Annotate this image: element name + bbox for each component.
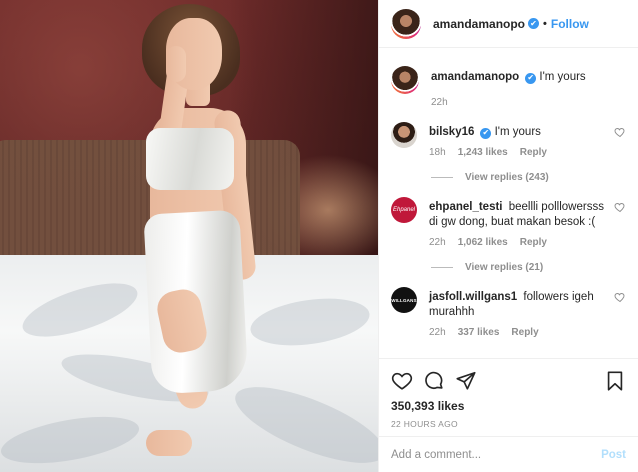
comment-item: bilsky16 ✔ I'm yours 18h 1,243 likes Repl… — [391, 122, 626, 158]
comment-item: WILLGANS jasfoll.willgans1 followers ige… — [391, 287, 626, 338]
view-replies-line — [431, 177, 453, 178]
post-actions: 350,393 likes 22 HOURS AGO — [379, 358, 638, 429]
view-replies-button[interactable]: View replies (21) — [431, 262, 626, 273]
photo-person-hand — [166, 46, 186, 82]
caption-text-line: amandamanopo ✔ I'm yours — [431, 70, 626, 85]
commenter-avatar-logo-text: Ehpanel — [392, 207, 416, 213]
caption-avatar[interactable] — [391, 66, 419, 94]
commenter-avatar[interactable]: Ehpanel — [391, 197, 417, 223]
add-comment-bar: Post — [379, 436, 638, 472]
comment-likes[interactable]: 1,062 likes — [458, 237, 508, 248]
post-timestamp: 22 HOURS AGO — [391, 419, 458, 429]
reply-button[interactable]: Reply — [511, 327, 538, 338]
post-comment-button[interactable]: Post — [601, 449, 626, 461]
comment-username[interactable]: ehpanel_testi — [429, 201, 503, 213]
comments-list[interactable]: amandamanopo ✔ I'm yours 22h bilsky16 ✔ I'… — [379, 49, 638, 358]
bookmark-icon[interactable] — [604, 370, 626, 392]
comment-text: I'm yours — [494, 126, 541, 138]
reply-button[interactable]: Reply — [520, 237, 547, 248]
instagram-post: amandamanopo ✔ • Follow amandamanopo ✔ I'… — [0, 0, 638, 472]
commenter-avatar[interactable] — [391, 122, 417, 148]
view-replies-label: View replies (243) — [465, 172, 549, 183]
heart-icon[interactable] — [391, 370, 413, 392]
comment-username[interactable]: bilsky16 — [429, 126, 474, 138]
reply-button[interactable]: Reply — [520, 147, 547, 158]
caption-age: 22h — [431, 97, 448, 108]
view-replies-label: View replies (21) — [465, 262, 544, 273]
comment-age: 18h — [429, 147, 446, 158]
comment-icon[interactable] — [423, 370, 445, 392]
author-username[interactable]: amandamanopo — [433, 17, 525, 31]
likes-count[interactable]: 350,393 likes — [391, 399, 626, 413]
post-photo[interactable] — [0, 0, 378, 472]
comment-text-line: ehpanel_testi beellli polllowersss di gw… — [429, 200, 610, 230]
comment-meta: 18h 1,243 likes Reply — [429, 147, 610, 158]
view-replies-line — [431, 267, 453, 268]
comment-likes[interactable]: 337 likes — [458, 327, 500, 338]
comment-meta: 22h 1,062 likes Reply — [429, 237, 610, 248]
add-comment-input[interactable] — [391, 448, 602, 461]
post-side-panel: amandamanopo ✔ • Follow amandamanopo ✔ I'… — [378, 0, 638, 472]
comment-username[interactable]: jasfoll.willgans1 — [429, 291, 517, 303]
caption: amandamanopo ✔ I'm yours 22h — [391, 66, 626, 108]
verified-badge-icon: ✔ — [528, 18, 540, 29]
comment-likes[interactable]: 1,243 likes — [458, 147, 508, 158]
comment-like-heart-icon[interactable] — [614, 201, 626, 213]
view-replies-button[interactable]: View replies (243) — [431, 172, 626, 183]
verified-badge-icon: ✔ — [480, 127, 492, 139]
commenter-avatar[interactable]: WILLGANS — [391, 287, 417, 313]
post-header: amandamanopo ✔ • Follow — [379, 0, 638, 48]
commenter-avatar-logo-text: WILLGANS — [391, 297, 417, 303]
follow-button[interactable]: Follow — [551, 17, 589, 31]
verified-badge-icon: ✔ — [525, 72, 537, 84]
action-icons-row — [391, 367, 626, 395]
caption-username[interactable]: amandamanopo — [431, 71, 519, 83]
separator-dot: • — [543, 17, 547, 30]
author-line: amandamanopo ✔ • Follow — [433, 17, 589, 31]
comment-age: 22h — [429, 327, 446, 338]
caption-text: I'm yours — [539, 71, 586, 83]
comment-item: Ehpanel ehpanel_testi beellli polllowers… — [391, 197, 626, 248]
share-icon[interactable] — [455, 370, 477, 392]
comment-like-heart-icon[interactable] — [614, 291, 626, 303]
comment-like-heart-icon[interactable] — [614, 126, 626, 138]
photo-person-foot — [146, 430, 192, 456]
comment-age: 22h — [429, 237, 446, 248]
comment-meta: 22h 337 likes Reply — [429, 327, 610, 338]
photo-satin-top — [146, 128, 234, 190]
caption-meta: 22h — [431, 97, 626, 108]
comment-text-line: bilsky16 ✔ I'm yours — [429, 125, 610, 140]
comment-text-line: jasfoll.willgans1 followers igeh murahhh — [429, 290, 610, 320]
author-avatar[interactable] — [391, 8, 421, 39]
